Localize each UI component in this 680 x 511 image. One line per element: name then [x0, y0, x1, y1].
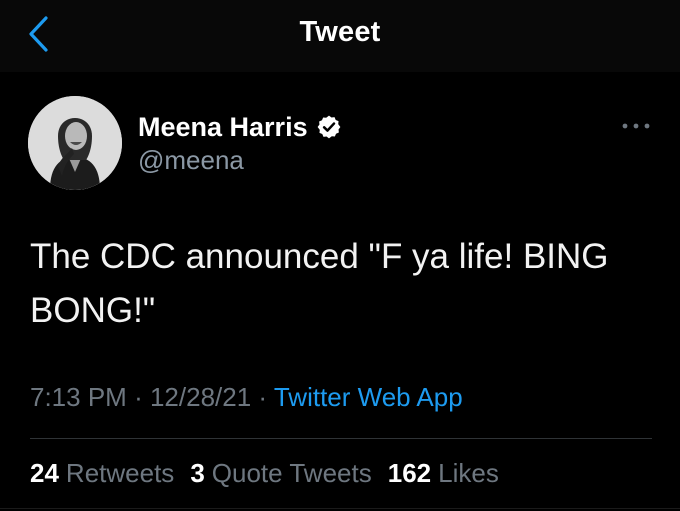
meta-separator: ·	[258, 382, 268, 412]
author-handle[interactable]: @meena	[138, 145, 244, 176]
top-bar: Tweet	[0, 0, 680, 72]
quote-tweets-count: 3	[190, 458, 205, 488]
tweet-source-link[interactable]: Twitter Web App	[274, 382, 463, 412]
tweet-date: 12/28/21	[149, 382, 252, 412]
divider	[0, 508, 680, 509]
tweet-text: The CDC announced "F ya life! BING BONG!…	[30, 237, 619, 330]
avatar[interactable]	[28, 96, 122, 190]
retweets-label: Retweets	[65, 458, 175, 488]
likes-label: Likes	[438, 458, 499, 488]
quote-tweets-label: Quote Tweets	[211, 458, 372, 488]
engagement-stats: 24 Retweets 3 Quote Tweets 162 Likes	[30, 458, 499, 489]
verified-badge-icon	[316, 114, 342, 140]
retweets-stat[interactable]: 24 Retweets	[30, 458, 174, 489]
meta-separator: ·	[134, 382, 143, 412]
retweets-count: 24	[30, 458, 59, 488]
author-display-name[interactable]: Meena Harris	[138, 112, 308, 143]
more-options-icon[interactable]	[621, 122, 651, 130]
avatar-photo	[28, 96, 122, 190]
more-options-button[interactable]	[616, 116, 656, 136]
likes-count: 162	[387, 458, 432, 488]
likes-stat[interactable]: 162 Likes	[388, 458, 499, 489]
tweet-metadata: 7:13 PM · 12/28/21 · Twitter Web App	[30, 382, 463, 413]
tweet-time: 7:13 PM	[30, 382, 127, 412]
author-name-row[interactable]: Meena Harris	[138, 110, 342, 144]
quote-tweets-stat[interactable]: 3 Quote Tweets	[190, 458, 371, 489]
page-title: Tweet	[299, 16, 381, 48]
divider	[30, 438, 652, 439]
